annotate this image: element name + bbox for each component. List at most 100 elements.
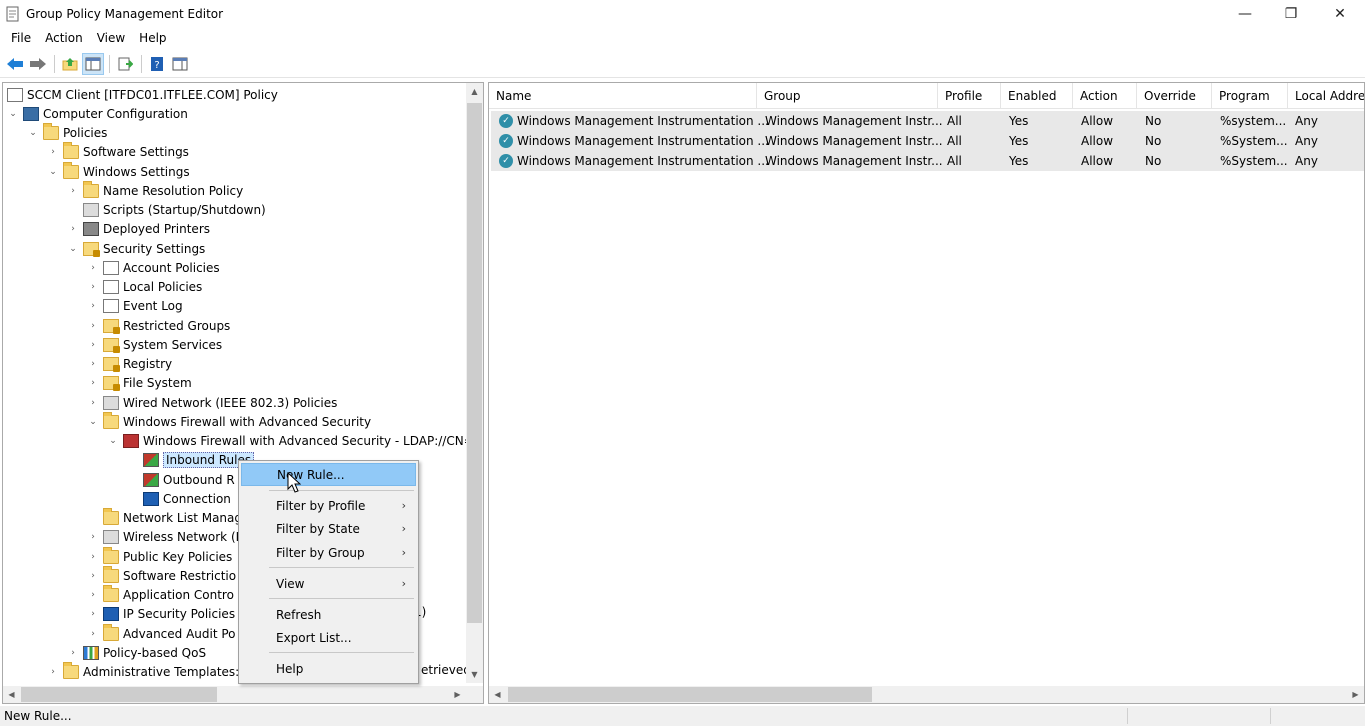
table-row[interactable]: ✓ Windows Management Instrumentation ... W… bbox=[491, 131, 1364, 151]
tree-node[interactable]: › Software Restrictio bbox=[87, 565, 236, 585]
scroll-right-arrow-icon[interactable]: ▶ bbox=[1347, 686, 1364, 703]
collapse-chevron-icon[interactable]: ⌄ bbox=[7, 108, 19, 120]
maximize-button[interactable]: ❐ bbox=[1268, 0, 1314, 28]
tree-node[interactable]: ⌄ Windows Firewall with Advanced Security bbox=[87, 411, 371, 431]
expand-chevron-icon[interactable]: › bbox=[87, 570, 99, 582]
tree-node[interactable]: › Local Policies bbox=[87, 278, 202, 297]
back-icon[interactable] bbox=[4, 53, 26, 75]
expand-chevron-icon[interactable]: › bbox=[67, 647, 79, 659]
forward-icon[interactable] bbox=[27, 53, 49, 75]
menu-item-view[interactable]: View › bbox=[241, 572, 416, 595]
tree-node[interactable]: Inbound Rules bbox=[127, 451, 255, 470]
tree-node[interactable]: ⌄ Security Settings bbox=[67, 239, 205, 258]
expand-chevron-icon[interactable]: › bbox=[47, 666, 59, 678]
tree-node[interactable]: › IP Security Policies bbox=[87, 605, 235, 624]
menu-item-new-rule[interactable]: New Rule... bbox=[241, 463, 416, 486]
column-header-program[interactable]: Program bbox=[1212, 83, 1288, 109]
table-row[interactable]: ✓ Windows Management Instrumentation ... W… bbox=[491, 111, 1364, 131]
up-folder-icon[interactable] bbox=[59, 53, 81, 75]
scrollbar-thumb[interactable] bbox=[467, 103, 482, 623]
menu-item-filter-by-state[interactable]: Filter by State › bbox=[241, 517, 416, 540]
tree-node[interactable]: › Public Key Policies bbox=[87, 546, 232, 566]
collapse-chevron-icon[interactable]: ⌄ bbox=[67, 243, 79, 255]
column-header-override[interactable]: Override bbox=[1137, 83, 1212, 109]
tree-node[interactable]: Network List Manag bbox=[87, 508, 242, 528]
tree-node[interactable]: › Restricted Groups bbox=[87, 316, 230, 335]
tree-node[interactable]: › Name Resolution Policy bbox=[67, 180, 243, 200]
help-icon[interactable]: ? bbox=[146, 53, 168, 75]
tree-node[interactable]: ⌄ Windows Firewall with Advanced Security… bbox=[107, 432, 468, 451]
show-action-pane-icon[interactable] bbox=[169, 53, 191, 75]
menu-item-help[interactable]: Help bbox=[241, 657, 416, 680]
table-row[interactable]: ✓ Windows Management Instrumentation ... W… bbox=[491, 151, 1364, 171]
expand-chevron-icon[interactable]: › bbox=[87, 397, 99, 409]
tree-node[interactable]: ⌄ Policies bbox=[27, 123, 107, 143]
tree-node[interactable]: Scripts (Startup/Shutdown) bbox=[67, 201, 266, 220]
expand-chevron-icon[interactable]: › bbox=[87, 339, 99, 351]
collapse-chevron-icon[interactable]: ⌄ bbox=[107, 435, 119, 447]
tree-node[interactable]: › Registry bbox=[87, 355, 172, 374]
tree-horizontal-scrollbar[interactable]: ◀ ▶ bbox=[3, 686, 483, 703]
collapse-chevron-icon[interactable]: ⌄ bbox=[87, 416, 99, 428]
collapse-chevron-icon[interactable]: ⌄ bbox=[27, 127, 39, 139]
menu-file[interactable]: File bbox=[4, 31, 38, 45]
close-button[interactable]: ✕ bbox=[1317, 0, 1363, 28]
tree-node[interactable]: › Wireless Network (I bbox=[87, 528, 239, 547]
tree-node[interactable]: › Wired Network (IEEE 802.3) Policies bbox=[87, 393, 337, 412]
tree-node[interactable]: › Software Settings bbox=[47, 142, 189, 162]
tree-node[interactable]: SCCM Client [ITFDC01.ITFLEE.COM] Policy bbox=[7, 85, 278, 104]
column-header-local-address[interactable]: Local Addre bbox=[1288, 83, 1364, 109]
expand-chevron-icon[interactable]: › bbox=[87, 531, 99, 543]
expand-chevron-icon[interactable]: › bbox=[87, 358, 99, 370]
expand-chevron-icon[interactable]: › bbox=[87, 377, 99, 389]
tree-node[interactable]: › Event Log bbox=[87, 297, 183, 316]
scroll-right-arrow-icon[interactable]: ▶ bbox=[449, 686, 466, 703]
tree-node[interactable]: › Administrative Templates: bbox=[47, 662, 239, 682]
expand-chevron-icon[interactable]: › bbox=[87, 628, 99, 640]
scroll-down-arrow-icon[interactable]: ▼ bbox=[466, 666, 483, 683]
menu-item-refresh[interactable]: Refresh bbox=[241, 603, 416, 626]
expand-chevron-icon[interactable]: › bbox=[87, 608, 99, 620]
expand-chevron-icon[interactable]: › bbox=[87, 320, 99, 332]
tree-node[interactable]: › File System bbox=[87, 374, 192, 393]
tree-node[interactable]: › Policy-based QoS bbox=[67, 643, 206, 662]
export-list-icon[interactable] bbox=[114, 53, 136, 75]
column-header-action[interactable]: Action bbox=[1073, 83, 1137, 109]
tree-node[interactable]: › System Services bbox=[87, 335, 222, 354]
expand-chevron-icon[interactable]: › bbox=[87, 551, 99, 563]
scroll-left-arrow-icon[interactable]: ◀ bbox=[3, 686, 20, 703]
column-header-group[interactable]: Group bbox=[757, 83, 938, 109]
tree-node[interactable]: › Application Contro bbox=[87, 585, 234, 605]
column-header-profile[interactable]: Profile bbox=[938, 83, 1001, 109]
menu-item-filter-by-group[interactable]: Filter by Group › bbox=[241, 541, 416, 564]
menu-view[interactable]: View bbox=[90, 31, 132, 45]
expand-chevron-icon[interactable]: › bbox=[47, 146, 59, 158]
menu-action[interactable]: Action bbox=[38, 31, 90, 45]
expand-chevron-icon[interactable]: › bbox=[87, 589, 99, 601]
scroll-up-arrow-icon[interactable]: ▲ bbox=[466, 83, 483, 100]
menu-help[interactable]: Help bbox=[132, 31, 173, 45]
column-header-name[interactable]: Name bbox=[489, 83, 757, 109]
tree-vertical-scrollbar[interactable]: ▲ ▼ bbox=[466, 83, 483, 683]
tree-node[interactable]: Connection bbox=[127, 489, 231, 508]
expand-chevron-icon[interactable]: › bbox=[67, 185, 79, 197]
minimize-button[interactable]: — bbox=[1222, 0, 1268, 28]
tree-node[interactable]: › Advanced Audit Po bbox=[87, 623, 236, 643]
column-header-enabled[interactable]: Enabled bbox=[1001, 83, 1073, 109]
scrollbar-thumb[interactable] bbox=[508, 687, 872, 702]
tree-node[interactable]: › Deployed Printers bbox=[67, 220, 210, 239]
rules-horizontal-scrollbar[interactable]: ◀ ▶ bbox=[489, 686, 1364, 703]
scrollbar-thumb[interactable] bbox=[21, 687, 217, 702]
menu-item-filter-by-profile[interactable]: Filter by Profile › bbox=[241, 494, 416, 517]
tree-node[interactable]: ⌄ Windows Settings bbox=[47, 161, 190, 181]
scroll-left-arrow-icon[interactable]: ◀ bbox=[489, 686, 506, 703]
show-hide-tree-icon[interactable] bbox=[82, 52, 104, 75]
tree-node[interactable]: Outbound R bbox=[127, 470, 235, 489]
collapse-chevron-icon[interactable]: ⌄ bbox=[47, 166, 59, 178]
expand-chevron-icon[interactable]: › bbox=[87, 281, 99, 293]
menu-item-export-list[interactable]: Export List... bbox=[241, 626, 416, 649]
expand-chevron-icon[interactable]: › bbox=[87, 262, 99, 274]
tree-node[interactable]: ⌄ Computer Configuration bbox=[7, 104, 188, 123]
expand-chevron-icon[interactable]: › bbox=[87, 300, 99, 312]
tree-node[interactable]: › Account Policies bbox=[87, 258, 220, 277]
